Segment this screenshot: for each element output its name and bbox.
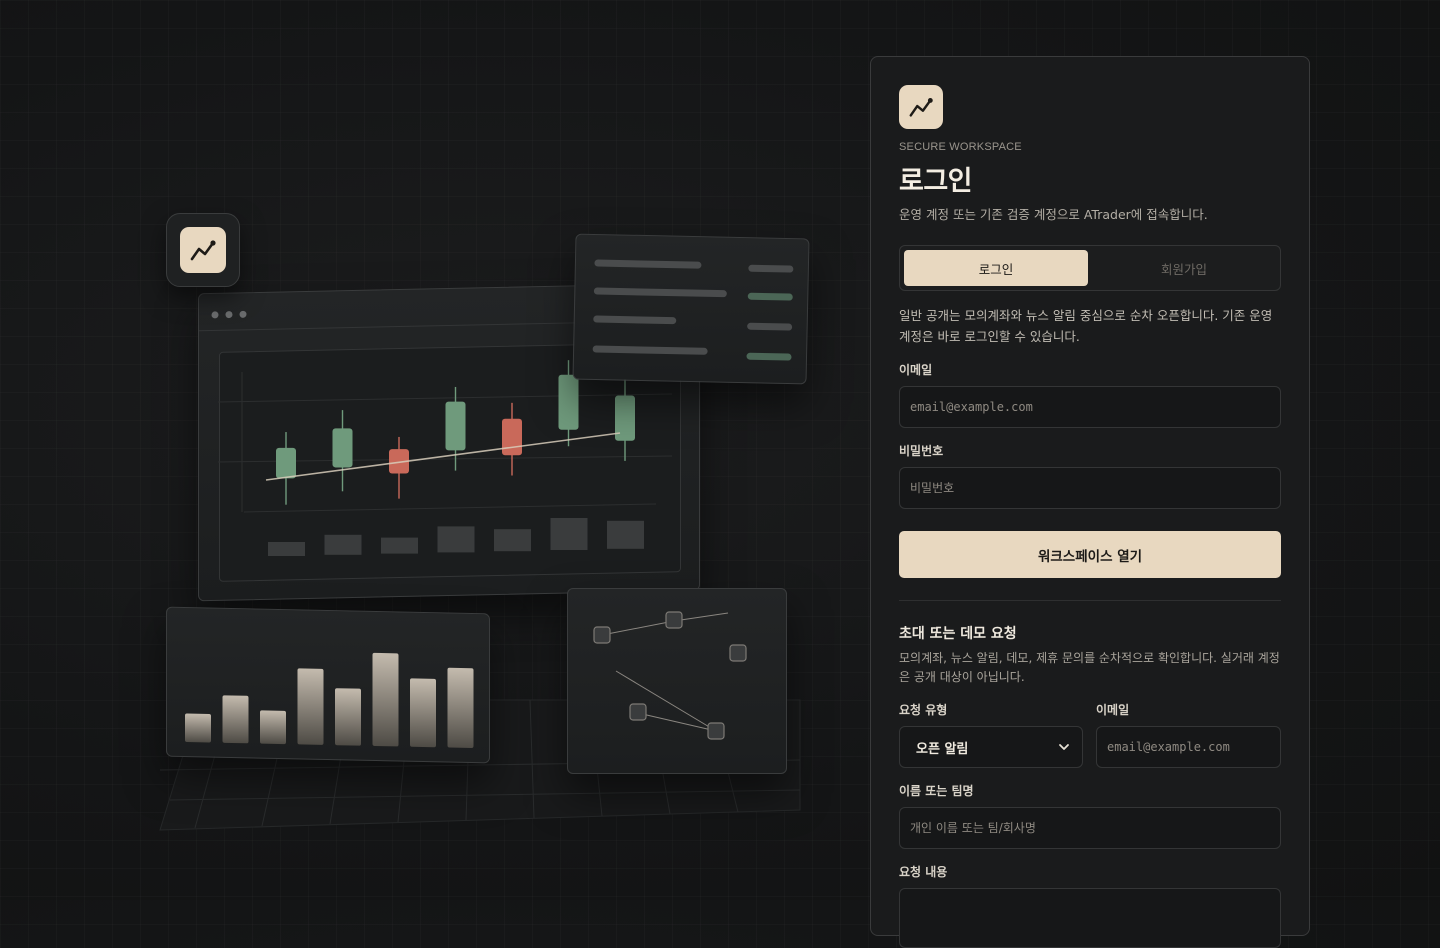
tab-login[interactable]: 로그인	[904, 250, 1088, 286]
bar-chart	[185, 652, 474, 749]
volume-bar	[494, 529, 531, 552]
network-panel	[567, 588, 787, 774]
floating-logo	[166, 213, 240, 287]
candle-body	[276, 447, 296, 479]
bar	[297, 668, 324, 745]
volume-bar	[607, 520, 644, 549]
candle-body	[332, 428, 353, 468]
content-label: 요청 내용	[899, 865, 948, 879]
trend-line	[265, 432, 621, 481]
password-label: 비밀번호	[899, 444, 944, 458]
bar	[260, 710, 286, 745]
bar	[372, 652, 399, 747]
request-type-select[interactable]: 오픈 알림	[899, 726, 1083, 768]
candle-body	[445, 401, 466, 451]
candle-body	[502, 418, 522, 456]
auth-tabs: 로그인 회원가입	[899, 245, 1281, 291]
watchlist-panel	[572, 233, 810, 385]
page-title: 로그인	[899, 166, 973, 197]
section-divider	[899, 600, 1281, 601]
request-email-field[interactable]	[1096, 726, 1281, 768]
candle-body	[558, 374, 579, 430]
open-notice: 일반 공개는 모의계좌와 뉴스 알림 중심으로 순차 오픈합니다. 기존 운영 …	[899, 308, 1273, 344]
volume-bar	[381, 537, 418, 554]
bar	[185, 713, 211, 743]
password-field[interactable]	[899, 467, 1281, 509]
content-textarea[interactable]	[899, 888, 1281, 948]
request-description: 모의계좌, 뉴스 알림, 데모, 제휴 문의를 순차적으로 확인합니다. 실거래…	[899, 651, 1280, 684]
eyebrow-label: SECURE WORKSPACE	[899, 141, 1022, 153]
name-field[interactable]	[899, 807, 1281, 849]
bar	[410, 678, 436, 748]
open-workspace-button[interactable]: 워크스페이스 열기	[899, 531, 1281, 578]
bar	[335, 688, 361, 746]
bar	[447, 667, 474, 749]
name-label: 이름 또는 팀명	[899, 784, 974, 798]
email-field[interactable]	[899, 386, 1281, 428]
volume-bars-panel	[166, 606, 490, 764]
tab-signup[interactable]: 회원가입	[1092, 250, 1276, 286]
request-title: 초대 또는 데모 요청	[899, 626, 1017, 642]
volume-bar	[437, 526, 475, 553]
trend-line-icon	[899, 85, 943, 129]
request-type-value: 오픈 알림	[916, 741, 969, 757]
request-type-label: 요청 유형	[899, 703, 948, 717]
login-card: SECURE WORKSPACE 로그인 운영 계정 또는 기존 검증 계정으로…	[870, 56, 1310, 948]
page-subtitle: 운영 계정 또는 기존 검증 계정으로 ATrader에 접속합니다.	[899, 207, 1208, 222]
volume-bar	[268, 542, 305, 556]
chevron-down-icon	[1059, 744, 1069, 750]
email-label: 이메일	[899, 363, 933, 377]
volume-bar	[550, 518, 588, 550]
hero-illustration	[0, 0, 860, 900]
volume-bar	[324, 534, 362, 555]
request-email-label: 이메일	[1096, 703, 1130, 717]
bar	[222, 695, 249, 744]
trend-line-icon	[180, 227, 226, 273]
